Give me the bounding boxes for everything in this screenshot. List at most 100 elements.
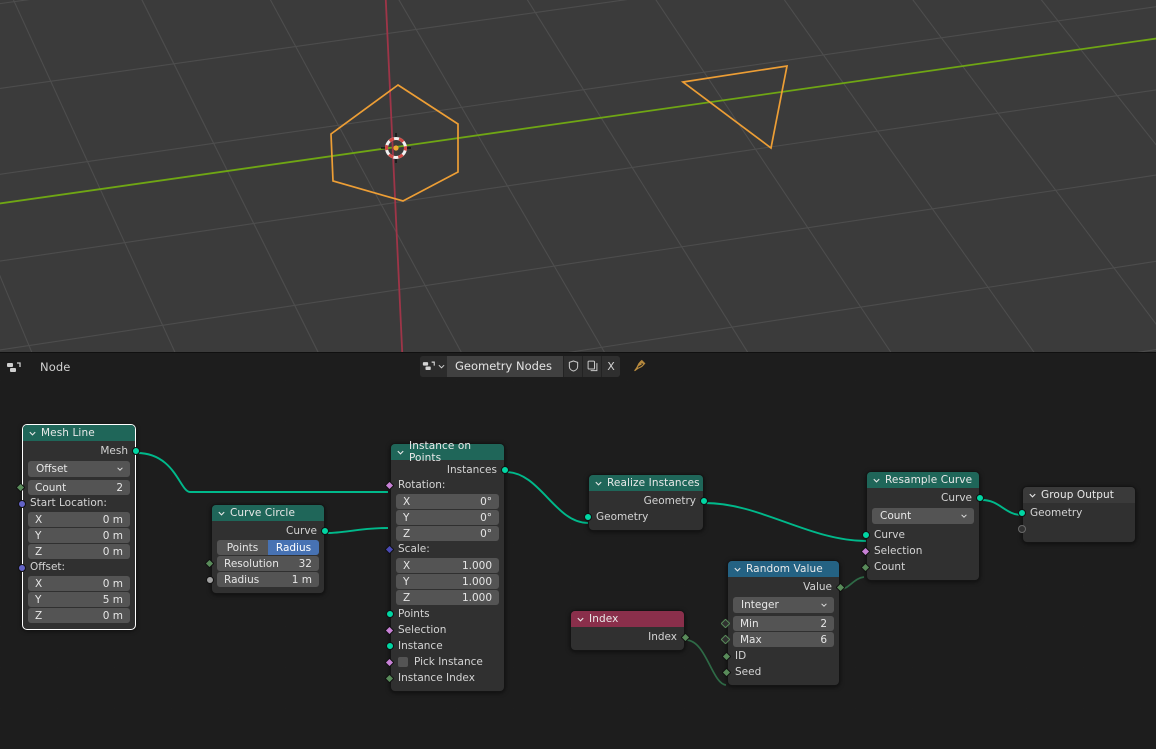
- offset-y-field[interactable]: Y 5 m: [28, 592, 130, 607]
- resolution-field[interactable]: Resolution 32: [217, 556, 319, 571]
- scale-z-field[interactable]: Z 1.000: [396, 590, 499, 605]
- output-socket-row[interactable]: Curve: [212, 523, 329, 539]
- socket-field-green[interactable]: [860, 562, 871, 572]
- output-socket-row[interactable]: Curve: [867, 490, 984, 506]
- node-random-value[interactable]: Random Value Value Integer Min 2 Max 6 ID Seed: [720, 560, 846, 686]
- socket-field-blue[interactable]: [384, 544, 395, 555]
- output-socket-row[interactable]: Geometry: [589, 493, 708, 509]
- offset-x-field[interactable]: X 0 m: [28, 576, 130, 591]
- input-socket-row[interactable]: ID: [721, 648, 839, 664]
- max-field[interactable]: Max 6: [733, 632, 834, 647]
- min-field[interactable]: Min 2: [733, 616, 834, 631]
- node-resample-curve[interactable]: Resample Curve Curve Count Curve Selection Co…: [860, 471, 984, 581]
- pin-icon[interactable]: [630, 356, 648, 376]
- data-type-dropdown[interactable]: Integer: [733, 597, 834, 613]
- node-header[interactable]: Random Value: [728, 561, 839, 577]
- input-socket-row[interactable]: Geometry: [1018, 505, 1135, 521]
- socket-field-green-dot[interactable]: [720, 618, 731, 629]
- chevron-down-icon[interactable]: [396, 448, 405, 457]
- output-socket-row[interactable]: Index: [571, 629, 691, 645]
- chevron-down-icon[interactable]: [1028, 491, 1037, 500]
- 3d-viewport[interactable]: [0, 0, 1156, 352]
- node-header[interactable]: Group Output: [1023, 487, 1135, 503]
- socket-geometry[interactable]: [501, 466, 509, 474]
- socket-field-green[interactable]: [721, 651, 732, 661]
- socket-geometry[interactable]: [700, 497, 708, 505]
- node-header[interactable]: Realize Instances: [589, 475, 703, 491]
- input-socket-row[interactable]: Selection: [384, 622, 504, 638]
- mode-dropdown[interactable]: Offset: [28, 461, 130, 477]
- input-socket-row[interactable]: Curve: [862, 527, 979, 543]
- input-socket-row[interactable]: Seed: [721, 664, 839, 680]
- unlink-datablock-button[interactable]: X: [601, 355, 620, 377]
- node-tree-type-icon[interactable]: [420, 355, 447, 377]
- node-header[interactable]: Index: [571, 611, 684, 627]
- datablock-name-field[interactable]: Geometry Nodes: [447, 355, 563, 377]
- socket-field-purple[interactable]: [384, 625, 395, 635]
- input-socket-row[interactable]: Count: [860, 559, 979, 575]
- socket-field-green[interactable]: [721, 667, 732, 677]
- input-socket-row[interactable]: Points: [386, 606, 504, 622]
- socket-geometry[interactable]: [386, 642, 394, 650]
- socket-geometry[interactable]: [584, 513, 592, 521]
- output-socket-row[interactable]: Value: [728, 579, 846, 595]
- socket-gray[interactable]: [206, 575, 214, 584]
- input-socket-row[interactable]: Selection: [860, 543, 979, 559]
- node-header[interactable]: Curve Circle: [212, 505, 324, 521]
- radius-field[interactable]: Radius 1 m: [217, 572, 319, 587]
- offset-z-field[interactable]: Z 0 m: [28, 608, 130, 623]
- socket-geometry[interactable]: [132, 447, 140, 455]
- socket-field-green[interactable]: [384, 673, 395, 683]
- node-index[interactable]: Index Index: [570, 610, 691, 651]
- node-group-output[interactable]: Group Output Geometry: [1018, 486, 1136, 543]
- socket-geometry[interactable]: [976, 494, 984, 502]
- rotation-y-field[interactable]: Y 0°: [396, 510, 499, 525]
- start-x-field[interactable]: X 0 m: [28, 512, 130, 527]
- toggle-option[interactable]: Radius: [268, 540, 319, 555]
- rotation-z-field[interactable]: Z 0°: [396, 526, 499, 541]
- input-socket-row[interactable]: Instance Index: [384, 670, 504, 686]
- node-instance-on-points[interactable]: Instance on Points Instances Rotation: X 0° Y…: [384, 440, 509, 692]
- node-canvas[interactable]: Mesh Line Mesh Offset Count 2 Start Location:…: [0, 380, 1156, 749]
- output-socket-row[interactable]: Instances: [391, 462, 509, 478]
- node-header[interactable]: Instance on Points: [391, 440, 504, 464]
- toggle-option[interactable]: Points: [217, 540, 268, 555]
- socket-geometry[interactable]: [321, 527, 329, 535]
- chevron-down-icon[interactable]: [594, 479, 603, 488]
- socket-field-green[interactable]: [680, 632, 691, 642]
- mode-dropdown[interactable]: Count: [872, 508, 974, 524]
- new-copy-icon[interactable]: [582, 355, 601, 377]
- socket-geometry[interactable]: [862, 531, 870, 539]
- node-mesh-line[interactable]: Mesh Line Mesh Offset Count 2 Start Location:…: [15, 424, 140, 630]
- socket-vector[interactable]: [18, 499, 26, 508]
- start-z-field[interactable]: Z 0 m: [28, 544, 130, 559]
- output-socket-row[interactable]: Mesh: [23, 443, 140, 459]
- socket-field-purple[interactable]: [384, 657, 395, 667]
- socket-field-purple[interactable]: [384, 480, 395, 491]
- mode-toggle[interactable]: Points Radius: [217, 540, 319, 555]
- scale-y-field[interactable]: Y 1.000: [396, 574, 499, 589]
- socket-field-green-dot[interactable]: [720, 634, 731, 645]
- socket-empty[interactable]: [1018, 525, 1026, 533]
- socket-geometry[interactable]: [386, 610, 394, 618]
- checkbox[interactable]: [398, 657, 408, 667]
- chevron-down-icon[interactable]: [872, 476, 881, 485]
- count-field[interactable]: Count 2: [28, 480, 130, 495]
- socket-geometry[interactable]: [1018, 509, 1026, 517]
- node-curve-circle[interactable]: Curve Circle Curve Points Radius Resolution 3…: [204, 504, 329, 594]
- socket-field-green[interactable]: [204, 558, 215, 569]
- input-socket-row[interactable]: Geometry: [584, 509, 703, 525]
- socket-field-green[interactable]: [835, 582, 846, 592]
- node-header[interactable]: Mesh Line: [23, 425, 135, 441]
- chevron-down-icon[interactable]: [576, 615, 585, 624]
- scale-x-field[interactable]: X 1.000: [396, 558, 499, 573]
- chevron-down-icon[interactable]: [733, 565, 742, 574]
- start-y-field[interactable]: Y 0 m: [28, 528, 130, 543]
- chevron-down-icon[interactable]: [217, 509, 226, 518]
- input-socket-row[interactable]: [1018, 521, 1135, 537]
- socket-field-green[interactable]: [15, 482, 26, 493]
- node-header[interactable]: Resample Curve: [867, 472, 979, 488]
- chevron-down-icon[interactable]: [28, 429, 37, 438]
- editor-type-icon[interactable]: [6, 360, 22, 374]
- input-socket-row[interactable]: Instance: [386, 638, 504, 654]
